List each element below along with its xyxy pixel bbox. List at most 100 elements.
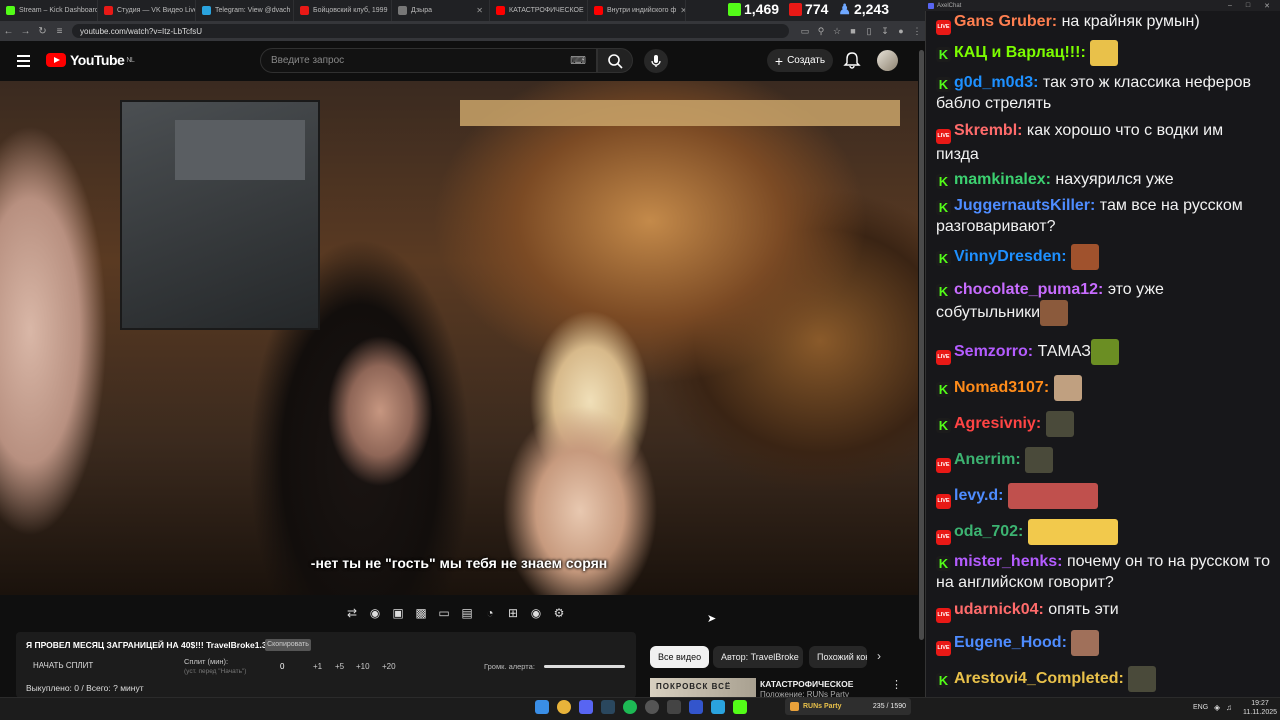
extensions-icon[interactable]: ■ [845, 26, 861, 36]
chat-username[interactable]: Anerrim: [954, 451, 1021, 468]
close-tab-icon[interactable]: ✕ [476, 6, 483, 15]
keyboard-language[interactable]: ENG [1193, 704, 1208, 711]
spotify-icon[interactable] [623, 700, 637, 714]
add-20-button[interactable]: +20 [382, 662, 396, 671]
runs-party-widget[interactable]: RUNs Party 235 / 1590 [785, 698, 911, 715]
create-button[interactable]: + Создать [767, 49, 833, 72]
audio-icon[interactable]: ◉ [366, 606, 384, 620]
clock-time: 19:27 [1251, 700, 1269, 707]
browser-tab[interactable]: Telegram: View @dvach✕ [196, 0, 294, 21]
loop-icon[interactable]: ⇄ [343, 606, 361, 620]
chat-message: LIVE Gans Gruber: на крайняк румын) [936, 11, 1270, 35]
profile-icon[interactable]: ● [893, 26, 909, 36]
steam-icon[interactable] [601, 700, 615, 714]
notifications-bell-icon[interactable] [842, 50, 862, 70]
chat-username[interactable]: Skrembl: [954, 122, 1022, 139]
chat-username[interactable]: Semzorro: [954, 343, 1033, 360]
start-windows-icon[interactable] [535, 700, 549, 714]
chat-username[interactable]: Arestovi4_Completed: [954, 670, 1124, 687]
clip-icon[interactable]: ▩ [412, 606, 430, 620]
youtube-logo[interactable]: YouTube NL [46, 52, 135, 68]
kick-badge-icon: K [936, 418, 951, 434]
back-icon[interactable]: ← [0, 26, 17, 37]
tab-title: Telegram: View @dvach [215, 7, 291, 14]
forward-icon[interactable]: → [17, 26, 34, 37]
more-options-icon[interactable]: ⋮ [891, 678, 902, 691]
add-5-button[interactable]: +5 [335, 662, 344, 671]
chat-username[interactable]: levy.d: [954, 487, 1004, 504]
speed-icon[interactable]: ◔ [481, 606, 499, 620]
chat-username[interactable]: oda_702: [954, 523, 1023, 540]
url-field[interactable]: youtube.com/watch?v=Itz-LbTcfsU [72, 24, 789, 38]
chat-username[interactable]: Eugene_Hood: [954, 634, 1067, 651]
recommendation-title[interactable]: КАТАСТРОФИЧЕСКОЕ [760, 679, 853, 689]
chat-username[interactable]: Gans Gruber: [954, 13, 1057, 30]
chat-username[interactable]: JuggernautsKiller: [954, 197, 1095, 214]
telegram-icon[interactable] [711, 700, 725, 714]
search-input[interactable]: Введите запрос ⌨ [260, 48, 597, 73]
maximize-icon[interactable]: □ [1246, 2, 1250, 10]
minimize-icon[interactable]: – [1228, 2, 1232, 10]
picture-in-picture-icon[interactable]: ▭ [435, 606, 453, 620]
video-scene-panel [175, 120, 305, 180]
vk-viewer-count: 774 [805, 1, 829, 17]
zoom-icon[interactable]: ⚲ [813, 26, 829, 37]
voice-search-button[interactable] [644, 49, 668, 73]
chat-username[interactable]: Agresivniy: [954, 415, 1041, 432]
close-tab-icon[interactable]: ✕ [680, 6, 685, 15]
chat-username[interactable]: chocolate_puma12: [954, 281, 1103, 298]
chip-related[interactable]: Похожий кон [809, 646, 867, 668]
add-10-button[interactable]: +10 [356, 662, 370, 671]
bookmark-star-icon[interactable]: ☆ [829, 26, 845, 37]
chat-username[interactable]: VinnyDresden: [954, 248, 1067, 265]
chat-username[interactable]: mamkinalex: [954, 171, 1051, 188]
volume-icon[interactable]: ♫ [1226, 703, 1232, 712]
keyboard-icon[interactable]: ⌨ [570, 54, 586, 67]
chat-username[interactable]: udarnick04: [954, 601, 1044, 618]
menu-icon[interactable]: ⋮ [909, 26, 925, 37]
app-icon[interactable] [667, 700, 681, 714]
chat-message: K Arestovi4_Completed: [936, 666, 1270, 692]
browser-tab[interactable]: Stream – Kick Dashboard✕ [0, 0, 98, 21]
chat-username[interactable]: g0d_m0d3: [954, 74, 1038, 91]
recommendation-thumbnail[interactable]: ПОКРОВСК ВСЁ [650, 678, 756, 698]
browser-tab[interactable]: Студия — VK Видео Live✕ [98, 0, 196, 21]
tune-icon[interactable]: ≡ [51, 26, 68, 37]
copy-badge[interactable]: Скопировать [265, 639, 311, 651]
chat-text: нахуярился уже [1050, 171, 1174, 188]
chat-username[interactable]: Nomad3107: [954, 379, 1049, 396]
chat-username[interactable]: mister_henks: [954, 553, 1063, 570]
chevron-right-icon[interactable]: › [877, 649, 881, 663]
chip-author[interactable]: Автор: TravelBroke [713, 646, 803, 668]
browser-tab[interactable]: Дзыра ✕ [392, 0, 490, 21]
browser-tab[interactable]: КАТАСТРОФИЧЕСКОЕ✕ [490, 0, 588, 21]
settings-gear-icon[interactable]: ⚙ [550, 606, 568, 620]
screenshot-icon[interactable]: ▣ [389, 606, 407, 620]
start-split-button[interactable]: НАЧАТЬ СПЛИТ [33, 661, 93, 670]
hamburger-menu-icon[interactable] [17, 55, 30, 67]
chrome-icon[interactable] [557, 700, 571, 714]
browser-tab[interactable]: Бойцовский клуб, 1999✕ [294, 0, 392, 21]
account-avatar[interactable] [877, 50, 898, 71]
cast-icon[interactable]: ▭ [797, 26, 813, 37]
obs-icon[interactable] [645, 700, 659, 714]
reload-icon[interactable]: ↻ [34, 26, 51, 37]
discord-icon[interactable] [579, 700, 593, 714]
chip-all-videos[interactable]: Все видео [650, 646, 710, 668]
extensions-icon[interactable]: ▯ [861, 26, 877, 37]
kick-icon[interactable] [733, 700, 747, 714]
browser-tab[interactable]: Внутри индийского ф✕ [588, 0, 686, 21]
download-icon[interactable]: ↧ [877, 26, 893, 37]
close-icon[interactable]: ✕ [1264, 2, 1270, 10]
windows-taskbar [0, 697, 1280, 720]
wifi-icon[interactable]: ◈ [1214, 703, 1220, 712]
clock[interactable]: 19:27 11.11.2025 [1243, 699, 1277, 717]
cinema-icon[interactable]: ▤ [458, 606, 476, 620]
search-button[interactable] [597, 48, 633, 73]
app-icon[interactable] [689, 700, 703, 714]
page-scrollbar-thumb[interactable] [919, 50, 924, 640]
add-1-button[interactable]: +1 [313, 662, 322, 671]
chat-username[interactable]: КАЦ и Варлац!!!: [954, 44, 1086, 61]
camera-icon[interactable]: ◉ [527, 606, 545, 620]
add-icon[interactable]: ⊞ [504, 606, 522, 620]
